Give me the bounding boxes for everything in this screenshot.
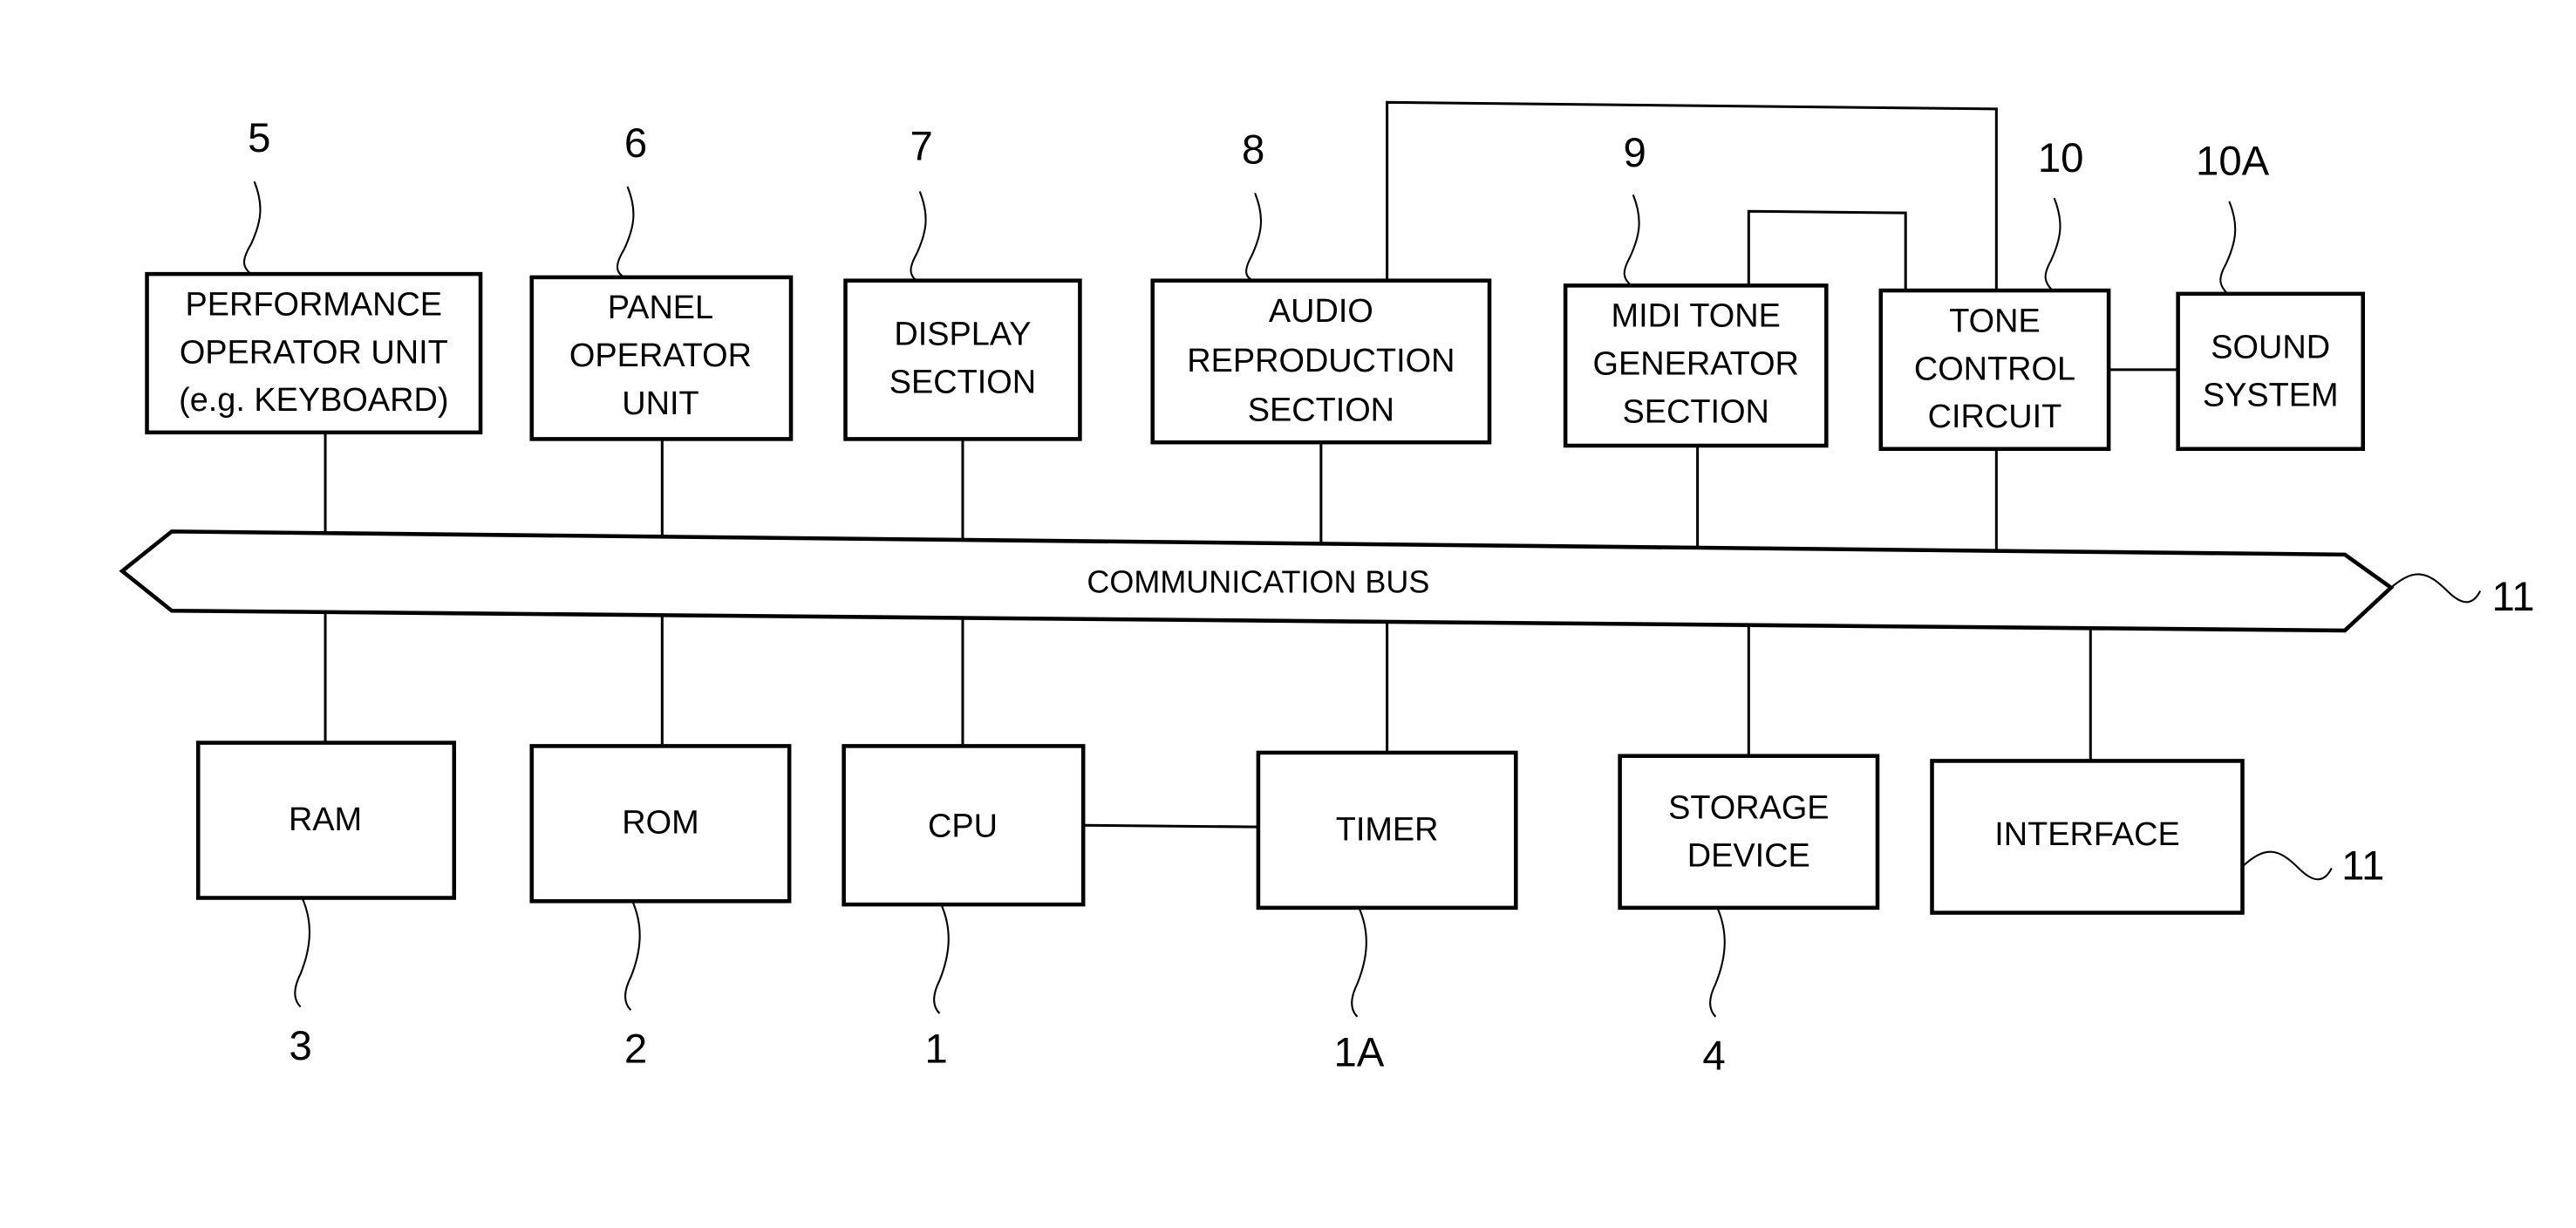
block-label: CPU <box>928 808 998 844</box>
wire-midi-tone <box>1747 209 1907 291</box>
wire-cpu-timer <box>1083 823 1258 829</box>
block-label: PANEL <box>608 290 713 326</box>
leader-8 <box>1245 193 1263 282</box>
block-tone-control-circuit: TONE CONTROL CIRCUIT <box>1878 288 2111 452</box>
bus-ref: 11 <box>2491 574 2534 620</box>
block-timer: TIMER <box>1256 750 1518 911</box>
block-label: PERFORMANCE <box>185 286 442 323</box>
block-label: TONE <box>1949 303 2041 339</box>
leader-5 <box>242 181 262 275</box>
block-label: SECTION <box>1623 393 1769 430</box>
block-interface: INTERFACE <box>1930 759 2245 915</box>
block-cpu: CPU <box>842 744 1086 907</box>
bus-label: COMMUNICATION BUS <box>1087 563 1429 599</box>
block-sound-system: SOUND SYSTEM <box>2176 291 2365 452</box>
ref-label: 4 <box>1702 1033 1725 1079</box>
ref-label: 1A <box>1333 1030 1384 1076</box>
block-label: SYSTEM <box>2203 378 2339 414</box>
block-panel-operator-unit: PANEL OPERATOR UNIT <box>529 275 794 441</box>
ref-label: 3 <box>289 1023 311 1069</box>
block-label: INTERFACE <box>1994 816 2180 853</box>
ref-label: 9 <box>1623 130 1646 176</box>
block-performance-operator-unit: PERFORMANCE OPERATOR UNIT (e.g. KEYBOARD… <box>145 271 483 435</box>
block-label: OPERATOR <box>569 338 752 374</box>
ref-label: 8 <box>1242 126 1264 173</box>
block-label: GENERATOR <box>1593 346 1799 383</box>
block-label: SECTION <box>889 364 1036 400</box>
block-label: SECTION <box>1248 392 1394 429</box>
ref-label: 2 <box>624 1027 647 1073</box>
leader-3 <box>294 897 310 1008</box>
block-label: ROM <box>622 805 699 842</box>
leader-9 <box>1623 194 1640 287</box>
leader-2 <box>624 900 641 1011</box>
block-label: DISPLAY <box>894 317 1031 353</box>
block-label: STORAGE <box>1668 790 1829 827</box>
block-audio-reproduction-section: AUDIO REPRODUCTION SECTION <box>1150 278 1492 445</box>
block-label: REPRODUCTION <box>1187 343 1455 379</box>
block-label: CIRCUIT <box>1928 399 2062 435</box>
ref-label: 11 <box>2341 843 2384 890</box>
leader-7 <box>910 191 927 282</box>
block-ram: RAM <box>195 740 457 900</box>
leader-10A <box>2219 201 2237 295</box>
block-label: (e.g. KEYBOARD) <box>179 382 448 419</box>
block-storage-device: STORAGE DEVICE <box>1618 754 1880 911</box>
ref-label: 10 <box>2038 135 2084 181</box>
ref-label: 10A <box>2196 139 2270 185</box>
leader-10 <box>2044 197 2061 291</box>
leader-6 <box>616 186 635 278</box>
block-label: CONTROL <box>1914 351 2075 387</box>
ref-label: 6 <box>624 120 647 167</box>
block-label: MIDI TONE <box>1612 298 1781 335</box>
block-label: OPERATOR UNIT <box>180 334 448 371</box>
leader-4 <box>1709 907 1726 1018</box>
bus-leader <box>2390 573 2482 604</box>
block-label: UNIT <box>622 385 699 422</box>
leader-1 <box>933 904 950 1014</box>
block-diagram: COMMUNICATION BUS 11 PERFORMANCE OPERATO… <box>119 100 2535 1079</box>
leader-11-interface <box>2241 850 2333 881</box>
block-label: DEVICE <box>1687 838 1810 875</box>
ref-label: 7 <box>910 124 932 170</box>
leader-1A <box>1351 907 1367 1018</box>
block-label: AUDIO <box>1269 293 1373 330</box>
ref-label: 1 <box>924 1027 947 1073</box>
block-label: RAM <box>289 802 362 838</box>
block-label: SOUND <box>2211 330 2330 366</box>
ref-label: 5 <box>248 115 270 161</box>
block-label: TIMER <box>1336 811 1439 848</box>
block-rom: ROM <box>529 744 792 904</box>
block-midi-tone-generator-section: MIDI TONE GENERATOR SECTION <box>1563 283 1829 448</box>
block-display-section: DISPLAY SECTION <box>843 278 1082 441</box>
